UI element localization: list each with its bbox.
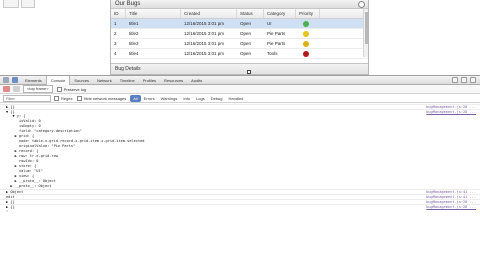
cell-created: 12/16/2015 3:01 pm [184,51,225,56]
cell-priority [296,49,320,58]
scrollbar-thumb[interactable] [365,12,368,44]
cell-created: 12/16/2015 3:01 pm [184,31,225,36]
tab-resources[interactable]: Resources [160,76,187,85]
priority-icon [303,31,309,37]
table-row[interactable]: 4 title4 12/16/2015 3:01 pm Open Tools [111,49,368,59]
tab-elements[interactable]: Elements [21,76,46,85]
cell-category[interactable]: Pie Parts [264,39,296,48]
cell-status: Open [240,41,252,46]
cell-category[interactable]: UI [264,19,296,28]
column-header-id[interactable]: ID [111,9,126,18]
tab-console[interactable]: Console [45,75,71,85]
tab-network[interactable]: Network [93,76,116,85]
cell-title: title4 [129,51,139,56]
cell-title: title3 [129,41,139,46]
cell-id: 2 [114,31,117,36]
priority-icon [303,21,309,27]
table-row[interactable]: 1 title1 12/16/2015 3:01 pm Open UI [111,19,368,29]
cell-id: 3 [114,41,117,46]
checkbox-box[interactable] [56,86,62,92]
bug-details-panel-header[interactable]: Bug Details [111,63,368,74]
grid-scrollbar[interactable] [363,9,368,57]
clear-console-icon[interactable] [3,86,10,92]
cell-priority [296,19,320,28]
preserve-log-label: Preserve log [63,86,87,92]
column-header-title[interactable]: Title [126,9,181,18]
cell-created: 12/16/2015 3:01 pm [184,41,225,46]
tab-audits[interactable]: Audits [187,76,206,85]
settings-icon[interactable] [452,77,458,83]
cell-category[interactable]: Tools [264,49,296,58]
panel-collapse-icon[interactable] [358,1,365,8]
cell-title: title1 [129,21,139,26]
cell-created: 12/16/2015 3:01 pm [184,21,225,26]
context-selector[interactable]: <top frame> [23,85,53,93]
tab-profiles[interactable]: Profiles [139,76,160,85]
preserve-log-checkbox[interactable]: Preserve log [56,86,87,92]
application-area: Our Bugs ID Title Created Status Categor… [0,0,480,75]
devtools-panel: Elements Console Sources Network Timelin… [0,75,480,270]
console-output[interactable]: ▶ {} bugManagement.js:28 ... ▼ {} bugManage… [0,104,480,270]
panel-header: Our Bugs [111,0,368,9]
level-errors[interactable]: Errors [141,95,158,102]
level-debug[interactable]: Debug [208,95,226,102]
column-header-category[interactable]: Category [264,9,296,18]
devtools-tabbar: Elements Console Sources Network Timelin… [0,75,480,85]
cell-priority [296,39,320,48]
hide-network-checkbox[interactable]: Hide network messages [76,95,127,101]
mouse-cursor-icon [247,70,251,74]
grid-header: ID Title Created Status Category Priorit… [111,9,368,19]
checkbox-box[interactable] [54,95,59,101]
tab-timeline[interactable]: Timeline [116,76,139,85]
cell-status: Open [240,31,252,36]
cell-title: title2 [129,31,139,36]
console-toolbar: <top frame> Preserve log [0,85,480,94]
filter-icon[interactable] [13,86,20,92]
level-handled[interactable]: Handled [226,95,247,102]
table-row[interactable]: 3 title3 12/16/2015 3:01 pm Open Pie Par… [111,39,368,49]
dock-icon[interactable] [3,77,9,83]
level-all[interactable]: All [130,94,141,102]
corner-tab-secondary[interactable] [21,0,35,8]
close-icon[interactable] [470,77,476,83]
console-message[interactable]: › [6,209,8,214]
panel-title: Our Bugs [115,1,141,7]
checkbox-box[interactable] [76,95,82,101]
priority-icon [303,51,309,57]
level-info[interactable]: Info [180,95,193,102]
cell-id: 1 [114,21,117,26]
undock-icon[interactable] [461,77,467,83]
level-logs[interactable]: Logs [193,95,208,102]
priority-icon [303,41,309,47]
inspect-icon[interactable] [12,77,18,83]
tab-sources[interactable]: Sources [70,76,93,85]
column-header-created[interactable]: Created [181,9,237,18]
level-warnings[interactable]: Warnings [158,95,181,102]
regex-label: Regex [61,95,73,101]
bugs-grid-panel: Our Bugs ID Title Created Status Categor… [110,0,369,75]
table-row[interactable]: 2 title2 12/16/2015 3:01 pm Open Pie Par… [111,29,368,39]
column-header-status[interactable]: Status [237,9,264,18]
cell-status: Open [240,21,252,26]
devtools-window-controls [452,77,480,83]
regex-checkbox[interactable]: Regex [54,95,73,101]
cell-category[interactable]: Pie Parts [264,29,296,38]
bug-details-title: Bug Details [115,66,141,72]
console-line[interactable]: › [0,209,480,214]
cell-id: 4 [114,51,117,56]
column-header-priority[interactable]: Priority [296,9,320,18]
cell-status: Open [240,51,252,56]
corner-tab[interactable] [3,0,19,8]
filter-input[interactable]: Filter [3,94,51,102]
console-filter-bar: Filter Regex Hide network messages All E… [0,94,480,103]
cell-priority [296,29,320,38]
hide-network-label: Hide network messages [83,95,127,101]
